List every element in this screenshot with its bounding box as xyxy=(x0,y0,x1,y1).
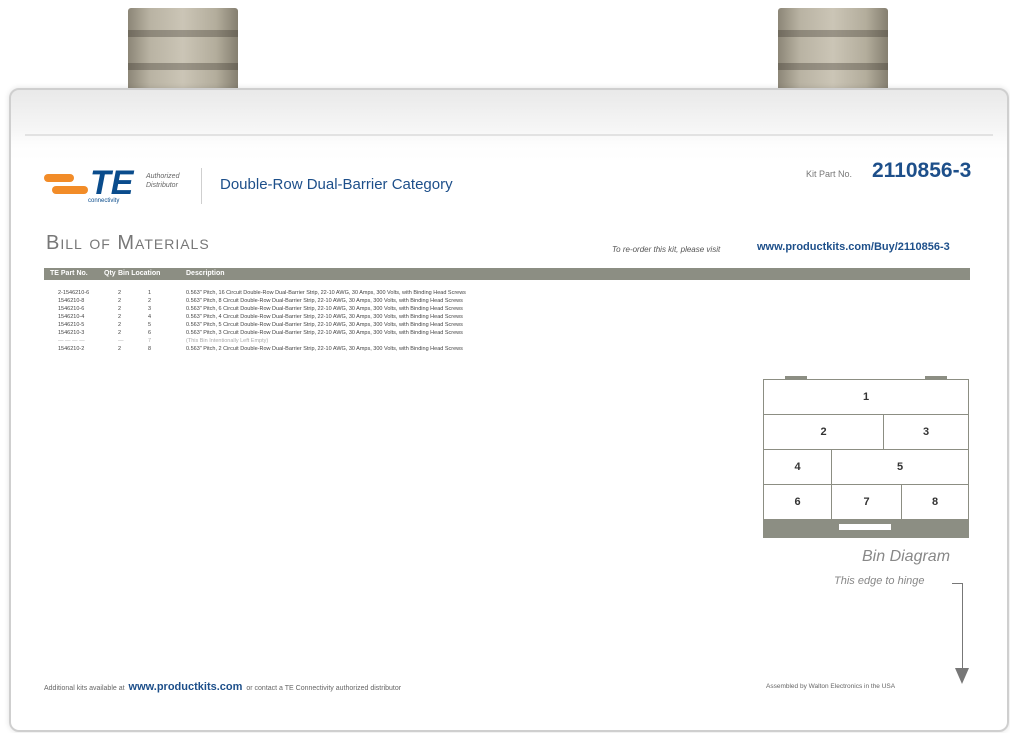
bin-5-label: 5 xyxy=(896,461,904,473)
footer-link[interactable]: www.productkits.com xyxy=(129,681,243,693)
cell-bin: 5 xyxy=(148,322,152,328)
col-desc: Description xyxy=(186,270,225,277)
cell-bin: 6 xyxy=(148,330,152,336)
col-qty: Qty xyxy=(104,270,116,277)
cell-part: 1546210-3 xyxy=(58,330,85,336)
table-row: — — — — — 7 (This Bin Intentionally Left Em… xyxy=(44,338,604,346)
cell-qty: 2 xyxy=(118,346,122,352)
bin-3: 3 xyxy=(883,414,969,450)
bin-diagram-caption: Bin Diagram xyxy=(862,548,951,565)
cell-part: 1546210-4 xyxy=(58,314,85,320)
cell-bin: 4 xyxy=(148,314,152,320)
diagram-slot xyxy=(839,524,891,530)
bin-8-label: 8 xyxy=(931,496,939,508)
cell-desc: 0.563" Pitch, 4 Circuit Double-Row Dual-… xyxy=(186,314,463,320)
bin-8: 8 xyxy=(901,484,969,520)
table-row: 1546210-8 2 2 0.563" Pitch, 8 Circuit Doubl… xyxy=(44,298,604,306)
cell-qty: 2 xyxy=(118,314,122,320)
hinge-line-vertical xyxy=(962,583,963,673)
logo-bar-top xyxy=(44,174,74,182)
bin-diagram: 1 2 3 4 5 6 7 8 xyxy=(763,376,969,538)
table-row: 1546210-5 2 5 0.563" Pitch, 5 Circuit Doubl… xyxy=(44,322,604,330)
cell-part: — — — — xyxy=(58,338,85,344)
bin-2: 2 xyxy=(763,414,884,450)
footer-assembled: Assembled by Walton Electronics in the U… xyxy=(766,683,896,690)
cell-part: 1546210-5 xyxy=(58,322,85,328)
reorder-link[interactable]: www.productkits.com/Buy/2110856-3 xyxy=(757,241,950,253)
cell-desc: 0.563" Pitch, 6 Circuit Double-Row Dual-… xyxy=(186,306,463,312)
kit-part-label: Kit Part No. xyxy=(806,169,853,179)
footer-left: Additional kits available at www.product… xyxy=(44,681,401,693)
bin-2-label: 2 xyxy=(820,426,827,438)
cell-part: 2-1546210-6 xyxy=(58,290,90,296)
kit-part-number: 2110856-3 xyxy=(872,159,972,182)
authorized-line-2: Distributor xyxy=(146,182,178,189)
bin-6: 6 xyxy=(763,484,832,520)
cell-desc: 0.563" Pitch, 2 Circuit Double-Row Dual-… xyxy=(186,346,463,352)
bom-table-header: TE Part No. Qty Bin Location Description xyxy=(44,268,970,280)
header-divider xyxy=(201,168,202,204)
cell-desc: 0.563" Pitch, 16 Circuit Double-Row Dual… xyxy=(186,290,466,296)
footer-text-before: Additional kits available at xyxy=(44,685,125,692)
bin-1-label: 1 xyxy=(862,391,870,403)
logo-subtext: connectivity xyxy=(88,198,120,204)
bin-4-label: 4 xyxy=(794,461,801,473)
cell-bin: 8 xyxy=(148,346,152,352)
cell-bin: 7 xyxy=(148,338,152,344)
category-title: Double-Row Dual-Barrier Category xyxy=(220,176,453,193)
arrow-down-icon xyxy=(955,668,969,684)
bin-7-label: 7 xyxy=(863,496,870,508)
cell-qty: — xyxy=(118,338,124,344)
cell-bin: 3 xyxy=(148,306,152,312)
table-row: 1546210-6 2 3 0.563" Pitch, 6 Circuit Doubl… xyxy=(44,306,604,314)
cell-part: 1546210-8 xyxy=(58,298,85,304)
sleeve-edge xyxy=(25,134,993,136)
col-bin: Bin Location xyxy=(118,270,161,277)
bin-7: 7 xyxy=(831,484,902,520)
cell-part: 1546210-6 xyxy=(58,306,85,312)
bom-table-body: 2-1546210-6 2 1 0.563" Pitch, 16 Circuit Do… xyxy=(44,290,604,354)
cell-qty: 2 xyxy=(118,330,122,336)
hinge-line xyxy=(952,583,962,584)
footer-text-after: or contact a TE Connectivity authorized … xyxy=(246,685,402,692)
cell-bin: 2 xyxy=(148,298,152,304)
cell-desc: (This Bin Intentionally Left Empty) xyxy=(186,338,269,344)
table-row: 1546210-3 2 6 0.563" Pitch, 3 Circuit Doubl… xyxy=(44,330,604,338)
cell-qty: 2 xyxy=(118,298,122,304)
bin-1: 1 xyxy=(763,379,969,415)
table-row: 2-1546210-6 2 1 0.563" Pitch, 16 Circuit Do… xyxy=(44,290,604,298)
cell-qty: 2 xyxy=(118,306,122,312)
cell-qty: 2 xyxy=(118,290,122,296)
cell-bin: 1 xyxy=(148,290,152,296)
cell-part: 1546210-2 xyxy=(58,346,85,352)
cell-qty: 2 xyxy=(118,322,122,328)
col-part: TE Part No. xyxy=(50,270,88,277)
cell-desc: 0.563" Pitch, 8 Circuit Double-Row Dual-… xyxy=(186,298,463,304)
bom-title: Bill of Materials xyxy=(46,232,210,254)
table-row: 1546210-2 2 8 0.563" Pitch, 2 Circuit Doubl… xyxy=(44,346,604,354)
bin-5: 5 xyxy=(831,449,969,485)
cell-desc: 0.563" Pitch, 5 Circuit Double-Row Dual-… xyxy=(186,322,463,328)
cell-desc: 0.563" Pitch, 3 Circuit Double-Row Dual-… xyxy=(186,330,463,336)
hinge-text: This edge to hinge xyxy=(834,575,925,587)
bin-3-label: 3 xyxy=(922,426,930,438)
bin-4: 4 xyxy=(763,449,832,485)
te-logo: TE connectivity Authorized Distributor xyxy=(44,164,184,208)
logo-bar-bottom xyxy=(52,186,88,194)
authorized-line-1: Authorized xyxy=(146,173,180,180)
bin-6-label: 6 xyxy=(794,496,801,508)
reorder-text: To re-order this kit, please visit xyxy=(612,245,721,254)
authorized-distributor-label: Authorized Distributor xyxy=(146,172,179,190)
table-row: 1546210-4 2 4 0.563" Pitch, 4 Circuit Doubl… xyxy=(44,314,604,322)
